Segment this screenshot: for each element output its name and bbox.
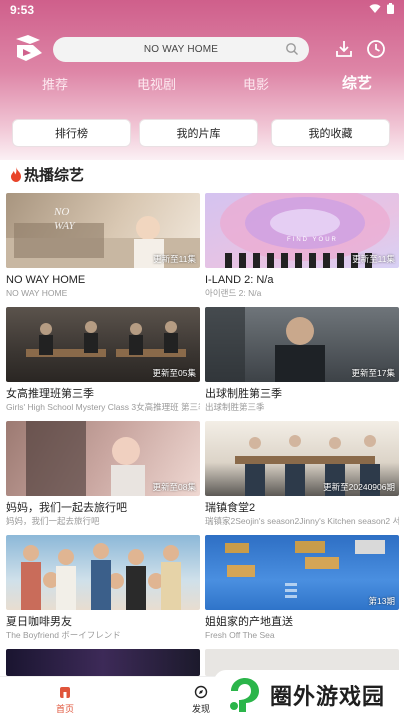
- my-favorites-button[interactable]: 我的收藏: [271, 119, 390, 147]
- show-subtitle: Girls' High School Mystery Class 3女高推理班 …: [6, 402, 200, 412]
- svg-text:FIND YOUR: FIND YOUR: [287, 237, 338, 243]
- status-time: 9:53: [10, 3, 35, 17]
- watermark: 圈外游戏园: [214, 670, 404, 720]
- section-title-text: 热播综艺: [24, 167, 85, 184]
- nav-discover[interactable]: 发现: [192, 685, 210, 715]
- nav-discover-label: 发现: [192, 704, 211, 714]
- show-title: 出球制胜第三季: [205, 388, 282, 400]
- show-subtitle: The Boyfriend ボーイフレンド: [6, 630, 121, 640]
- show-title: 妈妈，我们一起去旅行吧: [6, 502, 127, 514]
- episode-badge: 更新至08集: [152, 482, 196, 492]
- show-thumbnail: [6, 535, 200, 610]
- category-tabs: 推荐 电视剧 电影 综艺: [0, 72, 404, 94]
- show-thumbnail: 更新至17集: [205, 307, 399, 382]
- tab-variety[interactable]: 综艺: [342, 72, 372, 93]
- show-subtitle: 出球制胜第三季: [205, 402, 265, 412]
- show-title: NO WAY HOME: [6, 274, 86, 286]
- show-subtitle: Fresh Off The Sea: [205, 630, 275, 640]
- show-thumbnail: NO WAY 更新至11集: [6, 193, 200, 268]
- show-thumbnail: FIND YOUR 更新至11集: [205, 193, 399, 268]
- ranking-button[interactable]: 排行榜: [12, 119, 131, 147]
- status-bar: 9:53: [0, 0, 404, 20]
- tab-tv-series[interactable]: 电视剧: [137, 74, 176, 93]
- show-thumbnail: 更新至08集: [6, 421, 200, 496]
- nav-home-label: 首页: [56, 704, 75, 714]
- episode-badge: 第13期: [368, 596, 395, 606]
- tab-movies[interactable]: 电影: [243, 74, 269, 93]
- show-title: 瑞镇食堂2: [205, 502, 256, 514]
- section-title: 热播综艺: [10, 164, 84, 185]
- watermark-text: 圈外游戏园: [270, 684, 386, 709]
- system-icons: [369, 3, 394, 14]
- episode-badge: 更新至11集: [153, 254, 196, 264]
- tab-recommend[interactable]: 推荐: [42, 74, 68, 93]
- show-card[interactable]: 夏日咖啡男友 The Boyfriend ボーイフレンド: [6, 535, 200, 641]
- show-thumbnail: [6, 649, 200, 676]
- search-placeholder: NO WAY HOME: [143, 44, 219, 55]
- my-library-button[interactable]: 我的片库: [139, 119, 258, 147]
- svg-text:WAY: WAY: [54, 220, 77, 232]
- history-icon[interactable]: [365, 38, 387, 60]
- episode-badge: 更新至20240906期: [323, 482, 395, 492]
- nav-home[interactable]: 首页: [56, 685, 74, 715]
- show-card[interactable]: 更新至17集 出球制胜第三季 出球制胜第三季: [205, 307, 399, 413]
- app-logo-icon[interactable]: [12, 31, 46, 65]
- download-icon[interactable]: [333, 38, 355, 60]
- fire-icon: [11, 167, 21, 182]
- home-icon: [60, 687, 70, 698]
- search-input[interactable]: NO WAY HOME: [53, 37, 309, 62]
- episode-badge: 更新至11集: [352, 254, 395, 264]
- show-card[interactable]: 更新至05集 女高推理班第三季 Girls' High School Myste…: [6, 307, 200, 413]
- show-subtitle: 妈妈，我们一起去旅行吧: [6, 516, 100, 526]
- discover-icon: [194, 685, 208, 699]
- show-card[interactable]: 第13期 姐姐家的产地直送 Fresh Off The Sea: [205, 535, 399, 641]
- wifi-icon: [369, 3, 381, 13]
- svg-text:NO: NO: [53, 206, 69, 218]
- show-card-partial[interactable]: [6, 649, 200, 676]
- show-thumbnail: 第13期: [205, 535, 399, 610]
- show-title: 夏日咖啡男友: [6, 616, 72, 628]
- show-title: 女高推理班第三季: [6, 388, 94, 400]
- thumbnail-art: [21, 543, 181, 610]
- show-subtitle: NO WAY HOME: [6, 288, 68, 298]
- show-card[interactable]: 更新至20240906期 瑞镇食堂2 瑞镇家2Seojin's season2J…: [205, 421, 399, 527]
- show-title: 姐姐家的产地直送: [205, 616, 293, 628]
- show-card[interactable]: 更新至08集 妈妈，我们一起去旅行吧 妈妈，我们一起去旅行吧: [6, 421, 200, 527]
- show-card[interactable]: NO WAY 更新至11集 NO WAY HOME NO WAY HOME: [6, 193, 200, 299]
- search-icon[interactable]: [285, 42, 299, 56]
- show-card[interactable]: FIND YOUR 更新至11集 I-LAND 2: N/a 아이랜드 2: N…: [205, 193, 399, 299]
- show-thumbnail: 更新至20240906期: [205, 421, 399, 496]
- episode-badge: 更新至05集: [152, 368, 196, 378]
- show-title: I-LAND 2: N/a: [205, 274, 274, 286]
- watermark-logo-icon: [230, 678, 259, 712]
- show-subtitle: 瑞镇家2Seojin's season2Jinny's Kitchen seas…: [205, 516, 399, 526]
- battery-icon: [387, 3, 394, 14]
- episode-badge: 更新至17集: [351, 368, 395, 378]
- show-thumbnail: 更新至05集: [6, 307, 200, 382]
- show-subtitle: 아이랜드 2: N/a: [205, 288, 262, 298]
